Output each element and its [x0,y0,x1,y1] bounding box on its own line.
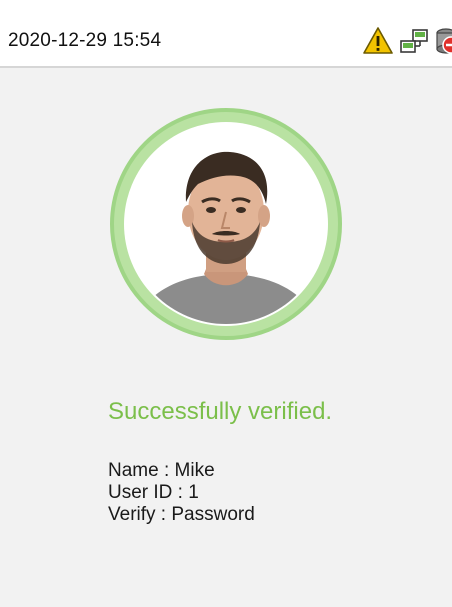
server-disconnected-icon [434,25,452,57]
name-line: Name : Mike [108,460,215,481]
verify-method-line: Verify : Password [108,504,255,525]
status-icons [362,24,452,58]
avatar-frame [110,108,342,340]
verification-screen: 2020-12-29 15:54 Successfully verified. … [0,0,452,607]
user-id-line: User ID : 1 [108,482,199,503]
user-avatar [126,124,326,324]
warning-icon [362,25,394,57]
status-bar: 2020-12-29 15:54 [0,0,452,68]
network-icon [398,25,430,57]
user-info: Name : Mike User ID : 1 Verify : Passwor… [108,460,255,526]
verification-result: Successfully verified. [108,398,333,425]
datetime-display: 2020-12-29 15:54 [8,30,162,51]
